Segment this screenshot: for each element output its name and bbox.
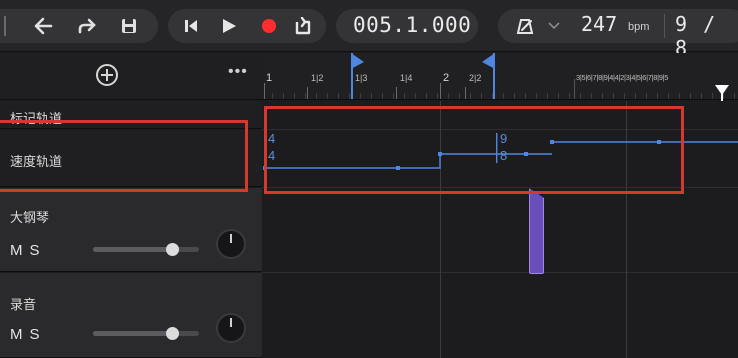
volume-slider-thumb[interactable] [166, 327, 179, 340]
pan-knob[interactable] [216, 229, 246, 259]
ruler-label: 1|2 [311, 73, 324, 83]
transport-toolbar: 005.1.000 247 bpm 9 / 8 [0, 0, 738, 60]
timeline-ruler[interactable]: 1 1|2 1|3 1|4 2 2|2 3|5|6|7|8|9|4|4|2|3|… [262, 53, 738, 100]
loop-button[interactable] [290, 9, 316, 43]
ruler-label: 1 [266, 72, 273, 84]
toolbar-edge-handle [4, 16, 6, 36]
track-list-header [0, 53, 262, 100]
skip-to-start-icon [185, 20, 197, 32]
volume-slider[interactable] [93, 243, 199, 256]
volume-slider-fill [93, 247, 173, 252]
redo-icon [78, 18, 96, 34]
record-icon [262, 19, 276, 33]
volume-slider-fill [93, 331, 173, 336]
skip-to-start-button[interactable] [178, 9, 204, 43]
more-options-button[interactable]: ••• [228, 63, 248, 81]
mute-button[interactable]: M [10, 242, 30, 259]
record-button[interactable] [256, 9, 282, 43]
loop-icon [295, 17, 311, 35]
position-counter-value: 005.1.000 [353, 13, 472, 37]
mute-button[interactable]: M [10, 326, 30, 343]
undo-button[interactable] [28, 9, 58, 43]
solo-button[interactable]: S [30, 326, 47, 343]
volume-slider-thumb[interactable] [166, 243, 179, 256]
tempo-dropdown-button[interactable] [544, 9, 564, 43]
metronome-button[interactable] [512, 9, 538, 43]
track-header-grand-piano[interactable]: 大钢琴 MS [0, 188, 262, 272]
bpm-value[interactable]: 247 [581, 12, 617, 36]
redo-button[interactable] [72, 9, 102, 43]
midi-clip[interactable] [529, 188, 544, 274]
chevron-down-icon [548, 22, 560, 30]
track-name: 录音 [10, 297, 37, 312]
loop-end-marker[interactable] [480, 53, 496, 99]
ruler-dense-labels: 3|5|6|7|8|9|4|4|2|3|4|5|6|7|8|9|5 [576, 73, 669, 82]
annotation-box-tempo-lane [264, 106, 684, 194]
ruler-label: 1|4 [400, 73, 413, 83]
volume-slider[interactable] [93, 327, 199, 340]
loop-start-marker[interactable] [350, 53, 366, 99]
ruler-label: 2 [443, 72, 450, 84]
toolbar-divider [664, 14, 665, 38]
metronome-icon [516, 19, 534, 34]
add-track-icon[interactable] [96, 64, 118, 86]
lane-divider [262, 272, 738, 273]
save-icon [122, 19, 136, 33]
bpm-unit: bpm [628, 21, 650, 33]
play-icon [223, 19, 236, 33]
mute-solo-group: MS [10, 242, 47, 259]
save-button[interactable] [114, 9, 144, 43]
play-button[interactable] [216, 9, 242, 43]
ruler-minor-ticks [262, 93, 738, 99]
undo-icon [34, 17, 53, 35]
track-name: 大钢琴 [10, 210, 50, 225]
pan-knob[interactable] [216, 313, 246, 343]
solo-button[interactable]: S [30, 242, 47, 259]
mute-solo-group: MS [10, 326, 47, 343]
track-header-recording[interactable]: 录音 MS [0, 273, 262, 358]
annotation-box-tempo-header [0, 120, 248, 192]
